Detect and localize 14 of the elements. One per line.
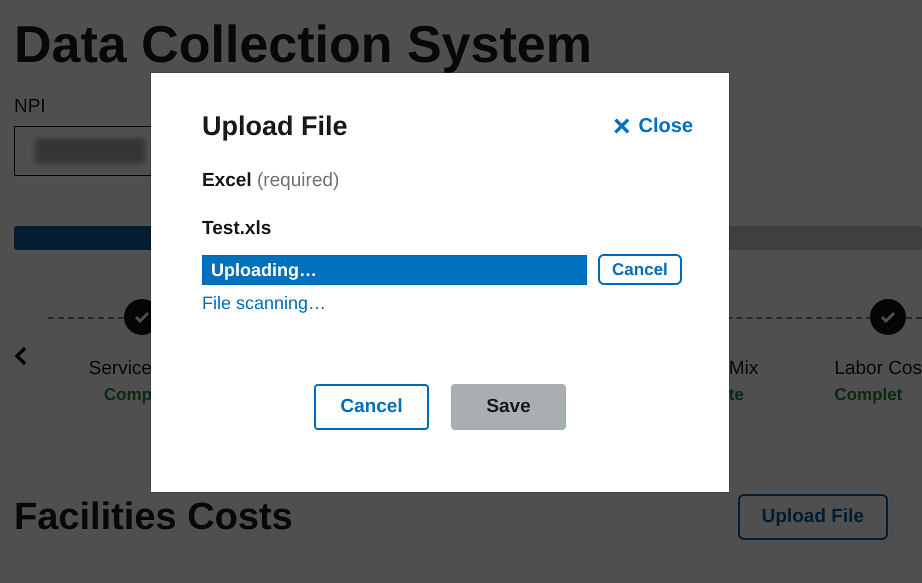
- step-label: Service: [88, 357, 152, 381]
- field-label: Excel (required): [202, 170, 340, 192]
- step-label: Labor Cos: [834, 357, 922, 381]
- page-title: Data Collection System: [14, 15, 592, 76]
- scan-status: File scanning…: [202, 293, 326, 314]
- dialog-title: Upload File: [202, 111, 348, 142]
- step-status: Comp: [104, 385, 152, 405]
- npi-label: NPI: [14, 96, 46, 118]
- upload-status: Uploading…: [211, 258, 317, 282]
- file-name: Test.xls: [202, 218, 272, 240]
- step-label: Mix: [728, 357, 758, 381]
- step-status: te: [728, 385, 744, 405]
- section-title: Facilities Costs: [14, 496, 293, 538]
- step-status: Complet: [834, 385, 902, 405]
